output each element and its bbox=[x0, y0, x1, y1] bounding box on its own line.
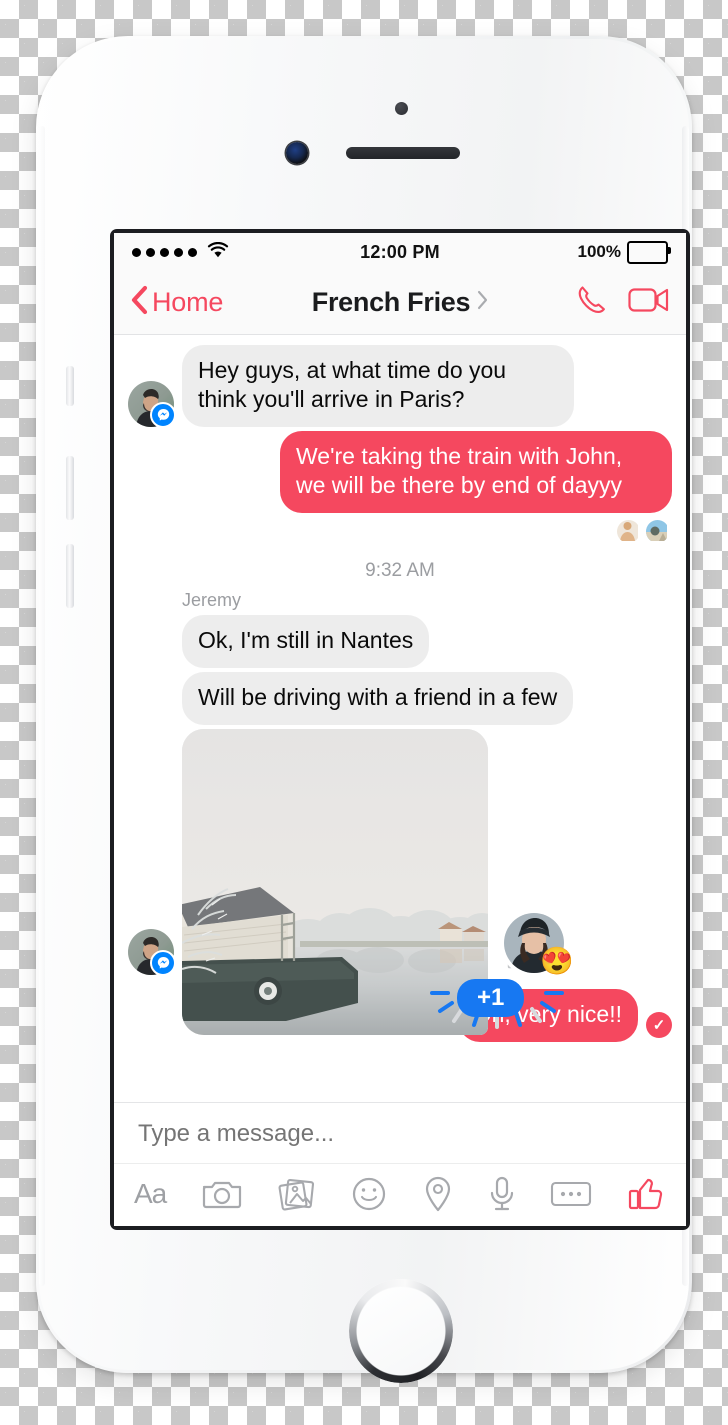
reaction-count-badge[interactable]: +1 bbox=[422, 967, 572, 1029]
more-options-icon[interactable] bbox=[550, 1179, 592, 1209]
phone-icon[interactable] bbox=[574, 283, 608, 322]
input-line bbox=[114, 1103, 686, 1164]
messenger-badge bbox=[150, 401, 176, 428]
page-title: French Fries bbox=[311, 287, 471, 317]
front-camera bbox=[286, 142, 308, 164]
conversation-header: Home French Fries bbox=[114, 271, 686, 335]
message-row-incoming: Ok, I'm still in Nantes bbox=[114, 614, 686, 668]
message-row-incoming: Hey guys, at what time do you think you'… bbox=[114, 345, 686, 428]
avatar[interactable] bbox=[128, 928, 176, 976]
messenger-badge bbox=[150, 949, 176, 976]
sticker-smiley-icon[interactable] bbox=[351, 1176, 387, 1212]
mute-switch[interactable] bbox=[66, 366, 74, 406]
avatar[interactable] bbox=[128, 380, 176, 428]
home-button-face bbox=[357, 1287, 445, 1375]
message-bubble[interactable]: Ok, I'm still in Nantes bbox=[182, 614, 430, 668]
phone-device: 12:00 PM 100% Home French Fries Hey guys… bbox=[36, 36, 692, 1383]
camera-icon[interactable] bbox=[202, 1178, 242, 1210]
message-composer: Aa bbox=[114, 1102, 686, 1226]
battery-icon bbox=[627, 240, 671, 264]
message-thread[interactable]: Hey guys, at what time do you think you'… bbox=[114, 335, 686, 1102]
receipt-avatar bbox=[616, 518, 641, 544]
read-receipts bbox=[114, 517, 686, 544]
message-row-photo: 😍 +1 bbox=[114, 728, 686, 1035]
message-bubble[interactable]: We're taking the train with John, we wil… bbox=[280, 430, 672, 513]
receipt-avatar bbox=[645, 518, 670, 544]
battery-area: 100% bbox=[577, 240, 671, 264]
message-bubble[interactable]: Hey guys, at what time do you think you'… bbox=[182, 345, 574, 427]
battery-percent: 100% bbox=[577, 242, 621, 261]
volume-up-button[interactable] bbox=[66, 456, 74, 520]
chevron-left-icon bbox=[130, 285, 148, 320]
earpiece-speaker bbox=[346, 147, 460, 159]
volume-down-button[interactable] bbox=[66, 544, 74, 608]
header-actions bbox=[574, 283, 670, 322]
screen: 12:00 PM 100% Home French Fries Hey guys… bbox=[114, 233, 686, 1226]
home-button[interactable] bbox=[349, 1279, 453, 1383]
sender-name: Jeremy bbox=[182, 589, 242, 610]
reaction-count-label: +1 bbox=[457, 978, 525, 1017]
chevron-right-icon bbox=[477, 290, 488, 316]
timestamp-separator: 9:32 AM bbox=[365, 559, 435, 581]
composer-toolbar: Aa bbox=[114, 1164, 686, 1226]
text-format-icon[interactable]: Aa bbox=[134, 1178, 167, 1210]
location-pin-icon[interactable] bbox=[423, 1175, 453, 1213]
status-bar: 12:00 PM 100% bbox=[114, 233, 686, 271]
video-camera-icon[interactable] bbox=[628, 285, 670, 320]
message-row-incoming: Will be driving with a friend in a few bbox=[114, 671, 686, 725]
message-input[interactable] bbox=[136, 1119, 668, 1149]
microphone-icon[interactable] bbox=[489, 1175, 515, 1213]
proximity-sensor bbox=[395, 102, 408, 115]
frame-highlight-left bbox=[39, 126, 45, 1286]
back-to-home-button[interactable]: Home bbox=[130, 285, 223, 320]
photo-library-icon[interactable] bbox=[278, 1177, 316, 1211]
back-label: Home bbox=[152, 287, 224, 317]
thumbs-up-icon[interactable] bbox=[628, 1176, 666, 1212]
message-bubble[interactable]: Will be driving with a friend in a few bbox=[182, 671, 574, 725]
message-row-outgoing: We're taking the train with John, we wil… bbox=[114, 430, 686, 513]
